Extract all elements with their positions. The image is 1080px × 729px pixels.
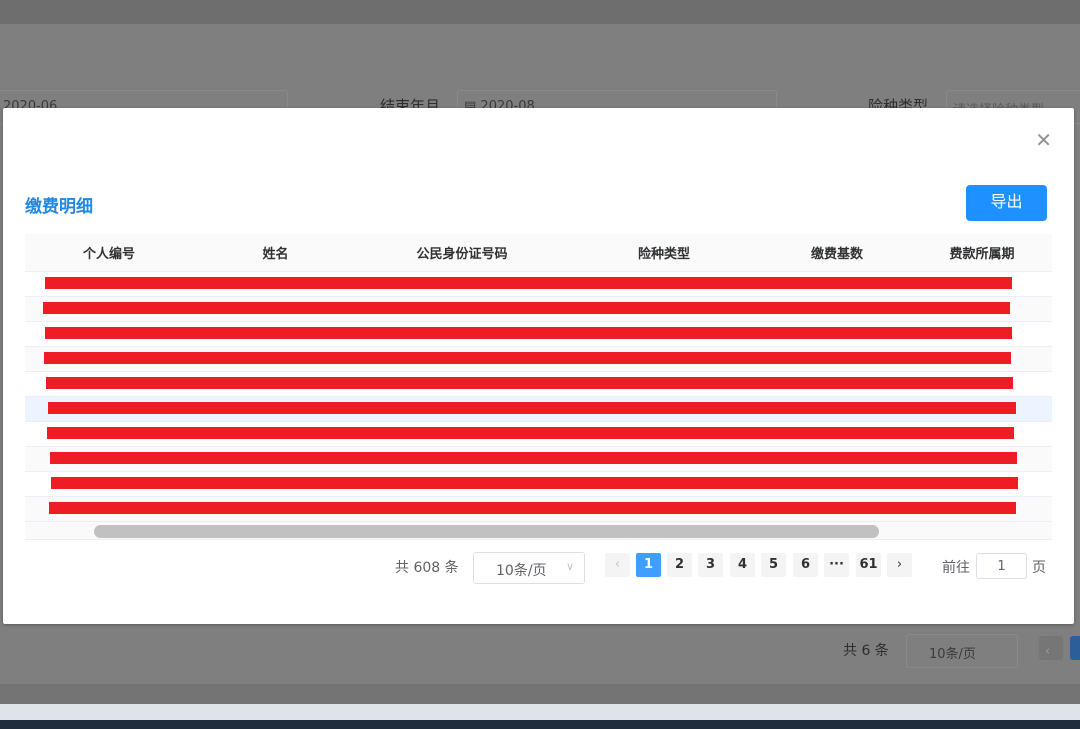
table-row[interactable]: [25, 422, 1052, 447]
page-button[interactable]: 6: [793, 553, 818, 577]
redaction-bar: [48, 402, 1016, 414]
col-name[interactable]: 姓名: [193, 234, 358, 271]
col-id-number[interactable]: 公民身份证号码: [358, 234, 566, 271]
table-row[interactable]: [25, 272, 1052, 297]
bg-stripe: [0, 684, 1080, 704]
table-row[interactable]: [25, 497, 1052, 522]
page-button[interactable]: 4: [730, 553, 755, 577]
total-count: 共 608 条: [395, 557, 459, 577]
table-row[interactable]: [25, 372, 1052, 397]
bg-prev-button[interactable]: ‹: [1039, 636, 1063, 660]
page-button[interactable]: 61: [856, 553, 881, 577]
col-period[interactable]: 费款所属期: [912, 234, 1052, 271]
more-pages-button[interactable]: ···: [824, 553, 849, 577]
table-header: 个人编号 姓名 公民身份证号码 险种类型 缴费基数 费款所属期: [25, 234, 1052, 272]
close-icon[interactable]: ✕: [1035, 130, 1052, 150]
payment-table: 个人编号 姓名 公民身份证号码 险种类型 缴费基数 费款所属期: [25, 234, 1052, 540]
pagination: 共 608 条 10条/页∨ ‹ 123456··· 61 › 前往 页: [3, 551, 1074, 583]
taskbar: [0, 720, 1080, 729]
top-bar: [0, 0, 1080, 24]
bg-page-1[interactable]: [1070, 636, 1080, 660]
redaction-bar: [45, 327, 1012, 339]
col-insurance-type[interactable]: 险种类型: [566, 234, 762, 271]
dialog-title: 缴费明细: [25, 192, 93, 217]
table-row[interactable]: [25, 472, 1052, 497]
col-base[interactable]: 缴费基数: [762, 234, 912, 271]
redaction-bar: [45, 277, 1012, 289]
table-row[interactable]: [25, 447, 1052, 472]
table-row[interactable]: [25, 347, 1052, 372]
page-button[interactable]: 1: [636, 553, 661, 577]
next-page-button[interactable]: ›: [887, 553, 912, 577]
payment-detail-dialog: ✕ 缴费明细 导出 个人编号 姓名 公民身份证号码 险种类型 缴费基数 费款所属…: [3, 108, 1074, 624]
bg-page-size[interactable]: 10条/页: [906, 634, 1018, 668]
bg-footer: [0, 704, 1080, 720]
page-button[interactable]: 5: [761, 553, 786, 577]
redaction-bar: [44, 352, 1011, 364]
chevron-down-icon: ∨: [566, 560, 574, 573]
redaction-bar: [47, 427, 1014, 439]
bg-total: 共 6 条: [843, 640, 889, 660]
redaction-bar: [50, 452, 1017, 464]
horizontal-scrollbar[interactable]: [25, 522, 1052, 540]
page-suffix: 页: [1032, 557, 1046, 577]
redaction-bar: [51, 477, 1018, 489]
goto-page-input[interactable]: [976, 553, 1027, 579]
redaction-bar: [46, 377, 1013, 389]
goto-label: 前往: [942, 557, 970, 577]
page-size-select[interactable]: 10条/页∨: [473, 552, 585, 584]
table-row[interactable]: [25, 322, 1052, 347]
scrollbar-thumb[interactable]: [94, 525, 879, 538]
prev-page-button[interactable]: ‹: [605, 553, 630, 577]
redaction-bar: [43, 302, 1010, 314]
export-button[interactable]: 导出: [966, 185, 1047, 221]
page-button[interactable]: 2: [667, 553, 692, 577]
table-row[interactable]: [25, 297, 1052, 322]
col-personal-id[interactable]: 个人编号: [25, 234, 193, 271]
table-row[interactable]: [25, 397, 1052, 422]
filter-bar: [0, 24, 1080, 84]
page-button[interactable]: 3: [698, 553, 723, 577]
redaction-bar: [49, 502, 1016, 514]
